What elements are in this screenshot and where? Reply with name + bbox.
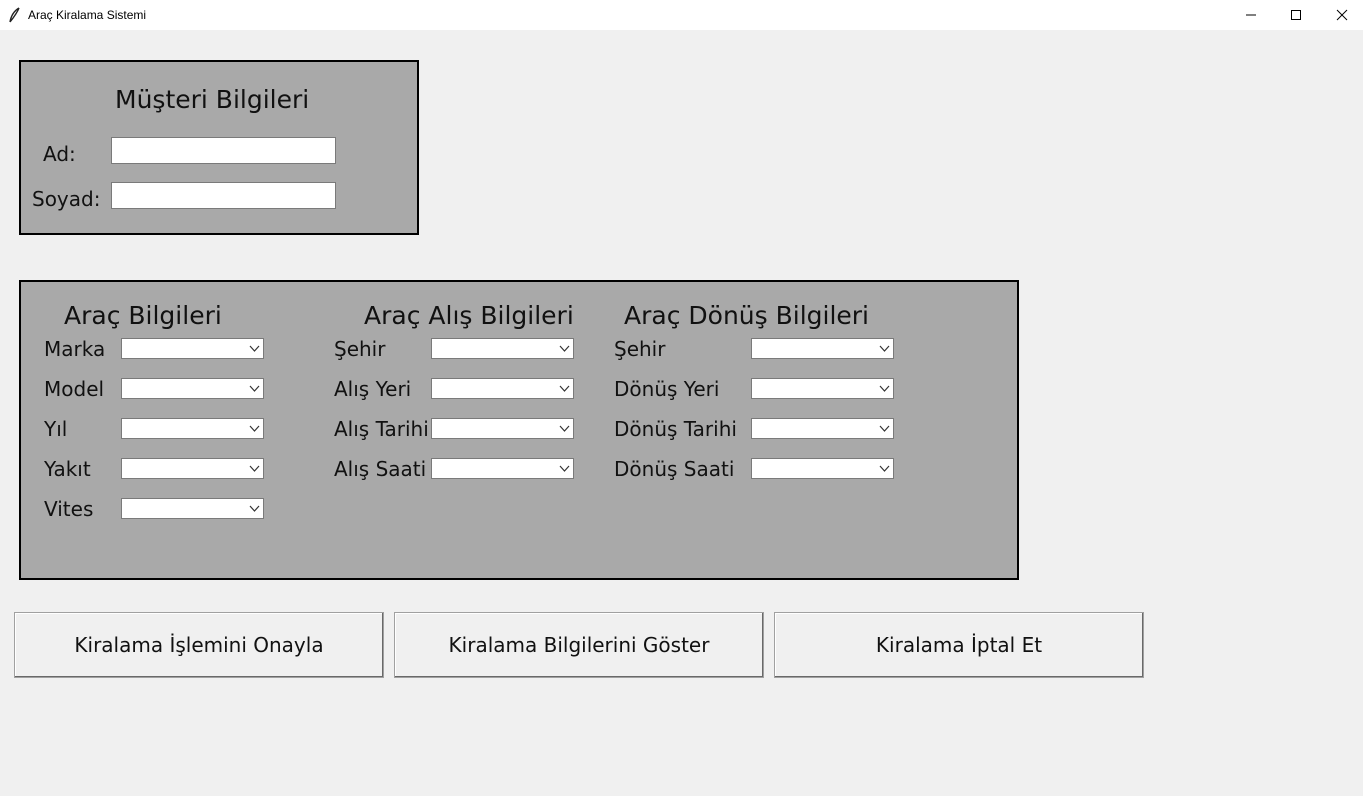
chevron-down-icon [249,385,260,392]
customer-info-heading: Müşteri Bilgileri [115,85,310,114]
show-rental-info-button[interactable]: Kiralama Bilgilerini Göster [394,612,764,678]
maximize-icon [1291,10,1301,20]
name-input[interactable] [111,137,336,164]
surname-input[interactable] [111,182,336,209]
return-city-label: Şehir [614,337,666,361]
surname-label: Soyad: [32,187,101,211]
chevron-down-icon [249,505,260,512]
minimize-icon [1246,14,1256,16]
chevron-down-icon [249,345,260,352]
year-label: Yıl [44,417,68,441]
pickup-place-combobox[interactable] [431,378,574,399]
title-bar: Araç Kiralama Sistemi [0,0,1363,30]
feather-icon [8,7,22,23]
cancel-rental-button[interactable]: Kiralama İptal Et [774,612,1144,678]
return-date-label: Dönüş Tarihi [614,417,737,441]
model-label: Model [44,377,105,401]
chevron-down-icon [879,465,890,472]
close-icon [1336,9,1348,21]
return-time-label: Dönüş Saati [614,457,735,481]
year-combobox[interactable] [121,418,264,439]
pickup-city-label: Şehir [334,337,386,361]
window-title: Araç Kiralama Sistemi [28,8,147,22]
model-combobox[interactable] [121,378,264,399]
fuel-combobox[interactable] [121,458,264,479]
return-city-combobox[interactable] [751,338,894,359]
chevron-down-icon [249,425,260,432]
pickup-place-label: Alış Yeri [334,377,412,401]
pickup-time-combobox[interactable] [431,458,574,479]
chevron-down-icon [559,425,570,432]
fuel-label: Yakıt [44,457,91,481]
brand-label: Marka [44,337,106,361]
close-button[interactable] [1319,0,1363,30]
chevron-down-icon [559,465,570,472]
vehicle-info-panel: Araç Bilgileri Araç Alış Bilgileri Araç … [19,280,1019,580]
gear-combobox[interactable] [121,498,264,519]
return-place-combobox[interactable] [751,378,894,399]
chevron-down-icon [879,425,890,432]
name-label: Ad: [43,142,76,166]
confirm-rental-button[interactable]: Kiralama İşlemini Onayla [14,612,384,678]
pickup-date-combobox[interactable] [431,418,574,439]
gear-label: Vites [44,497,94,521]
pickup-time-label: Alış Saati [334,457,427,481]
customer-info-panel: Müşteri Bilgileri Ad: Soyad: [19,60,419,235]
return-info-heading: Araç Dönüş Bilgileri [624,301,870,330]
chevron-down-icon [879,385,890,392]
chevron-down-icon [249,465,260,472]
return-date-combobox[interactable] [751,418,894,439]
pickup-date-label: Alış Tarihi [334,417,429,441]
maximize-button[interactable] [1273,0,1319,30]
return-place-label: Dönüş Yeri [614,377,720,401]
return-time-combobox[interactable] [751,458,894,479]
chevron-down-icon [559,345,570,352]
minimize-button[interactable] [1228,0,1274,30]
chevron-down-icon [879,345,890,352]
vehicle-info-heading: Araç Bilgileri [64,301,222,330]
pickup-city-combobox[interactable] [431,338,574,359]
pickup-info-heading: Araç Alış Bilgileri [364,301,574,330]
brand-combobox[interactable] [121,338,264,359]
chevron-down-icon [559,385,570,392]
